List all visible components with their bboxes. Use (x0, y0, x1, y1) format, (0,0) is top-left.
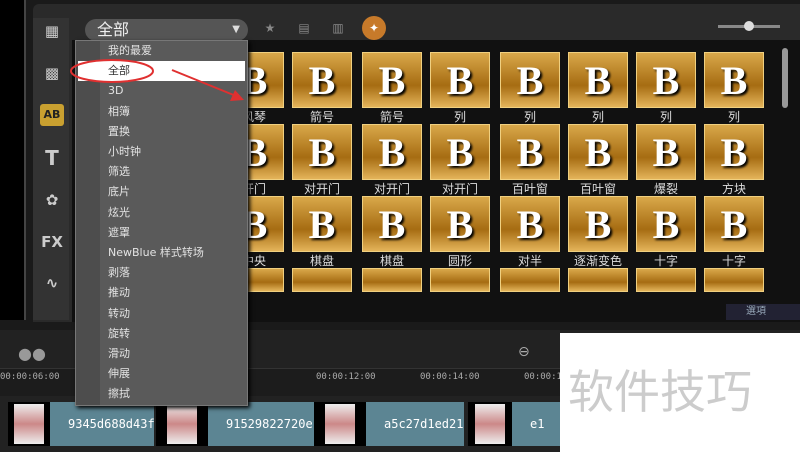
annotation-arrow (171, 69, 237, 97)
watermark: 软件技巧 (560, 333, 800, 452)
annotation-arrowhead (230, 90, 244, 101)
annotation-circle (70, 59, 154, 83)
